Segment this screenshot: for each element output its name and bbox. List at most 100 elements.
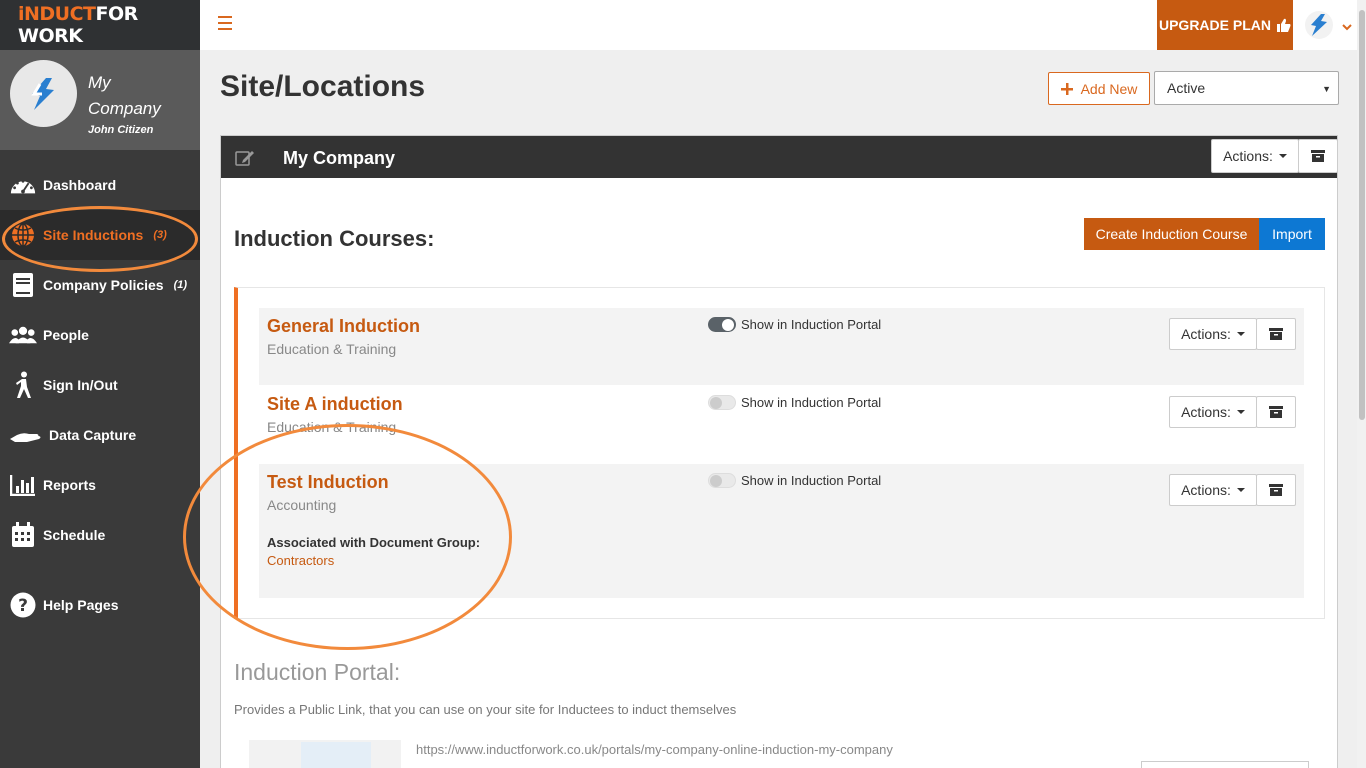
course-title[interactable]: General Induction xyxy=(267,316,420,337)
sidebar-item-reports[interactable]: Reports xyxy=(0,460,200,510)
page-title: Site/Locations xyxy=(220,70,426,103)
show-in-portal-toggle[interactable] xyxy=(708,395,736,410)
sidebar-item-company-policies[interactable]: Company Policies (1) xyxy=(0,260,200,310)
question-circle-icon: ? xyxy=(9,591,37,619)
create-induction-course-button[interactable]: Create Induction Course xyxy=(1084,218,1259,250)
course-row-general-induction: General Induction Education & Training S… xyxy=(259,308,1304,385)
sidebar-item-data-capture[interactable]: Data Capture xyxy=(0,410,200,460)
sidebar-item-label: Data Capture xyxy=(49,427,137,443)
course-category: Education & Training xyxy=(267,341,397,357)
site-archive-button[interactable] xyxy=(1298,139,1338,173)
course-title[interactable]: Test Induction xyxy=(267,472,389,493)
course-archive-button[interactable] xyxy=(1256,474,1296,506)
course-archive-button[interactable] xyxy=(1256,396,1296,428)
thumbs-up-icon xyxy=(1277,18,1291,32)
course-actions-button[interactable]: Actions: xyxy=(1169,318,1257,350)
scrollbar-thumb[interactable] xyxy=(1359,10,1365,420)
logo[interactable]: iNDUCTFOR WORK xyxy=(0,0,200,50)
walking-person-icon xyxy=(9,371,37,399)
status-select[interactable]: Active ▼ xyxy=(1154,71,1339,105)
calendar-icon xyxy=(9,521,37,549)
sidebar-item-label: Site Inductions xyxy=(43,227,144,243)
archive-icon xyxy=(1311,150,1325,162)
add-new-button[interactable]: Add New xyxy=(1048,72,1150,105)
chevron-down-icon[interactable] xyxy=(1342,18,1352,36)
site-actions-button[interactable]: Actions: xyxy=(1211,139,1299,173)
caret-down-icon xyxy=(1236,410,1245,414)
dashboard-gauge-icon xyxy=(9,171,37,199)
svg-text:?: ? xyxy=(18,596,28,616)
portal-actions-button[interactable] xyxy=(1141,761,1309,768)
hamburger-menu-icon[interactable] xyxy=(218,16,232,30)
site-name: My Company xyxy=(283,148,396,168)
sidebar-item-help-pages[interactable]: ? Help Pages xyxy=(0,580,200,630)
site-panel-header: My Company Actions: xyxy=(221,136,1338,178)
sidebar-item-label: Company Policies xyxy=(43,277,164,293)
sidebar-item-count: (3) xyxy=(153,229,167,241)
add-new-label: Add New xyxy=(1080,80,1138,97)
show-in-portal-label: Show in Induction Portal xyxy=(741,317,882,332)
upgrade-plan-button[interactable]: UPGRADE PLAN xyxy=(1157,0,1293,50)
people-icon xyxy=(9,321,37,349)
actions-label: Actions: xyxy=(1223,148,1273,164)
user-avatar[interactable] xyxy=(1304,10,1334,45)
select-arrow-icon: ▼ xyxy=(1322,84,1331,94)
actions-label: Actions: xyxy=(1181,404,1231,420)
course-title[interactable]: Site A induction xyxy=(267,394,403,415)
sidebar-item-schedule[interactable]: Schedule xyxy=(0,510,200,560)
induction-portal-description: Provides a Public Link, that you can use… xyxy=(234,702,737,717)
course-row-test-induction: Test Induction Accounting Associated wit… xyxy=(259,464,1304,598)
show-in-portal-label: Show in Induction Portal xyxy=(741,395,882,410)
logo-part-induct: iNDUCT xyxy=(18,3,96,25)
import-button[interactable]: Import xyxy=(1259,218,1325,250)
globe-icon xyxy=(9,221,37,249)
profile-card: My Company John Citizen xyxy=(0,50,200,150)
induction-portal-heading: Induction Portal: xyxy=(234,659,401,685)
sidebar-item-label: Reports xyxy=(43,477,96,493)
archive-icon xyxy=(1269,406,1283,418)
course-archive-button[interactable] xyxy=(1256,318,1296,350)
course-category: Education & Training xyxy=(267,419,397,435)
top-bar: UPGRADE PLAN xyxy=(200,0,1357,50)
edit-icon[interactable] xyxy=(235,149,255,172)
course-actions-button[interactable]: Actions: xyxy=(1169,474,1257,506)
user-name: John Citizen xyxy=(88,124,154,136)
sidebar-item-sign-in-out[interactable]: Sign In/Out xyxy=(0,360,200,410)
sidebar-item-label: Sign In/Out xyxy=(43,377,118,393)
show-in-portal-toggle[interactable] xyxy=(708,317,736,332)
sidebar-item-dashboard[interactable]: Dashboard xyxy=(0,160,200,210)
sidebar-item-label: Help Pages xyxy=(43,597,119,613)
company-logo-icon xyxy=(30,77,54,110)
sidebar: iNDUCTFOR WORK My Company John Citizen D… xyxy=(0,0,200,768)
sidebar-item-site-inductions[interactable]: Site Inductions (3) xyxy=(0,210,200,260)
sidebar-item-count: (1) xyxy=(173,279,188,291)
caret-down-icon xyxy=(1278,154,1287,158)
show-in-portal-label: Show in Induction Portal xyxy=(741,473,882,488)
document-group-label: Associated with Document Group: xyxy=(267,535,481,550)
caret-down-icon xyxy=(1236,488,1245,492)
course-category: Accounting xyxy=(267,497,337,513)
company-name: My Company xyxy=(88,73,161,118)
actions-label: Actions: xyxy=(1181,326,1231,342)
document-group-link[interactable]: Contractors xyxy=(267,553,334,568)
upgrade-plan-label: UPGRADE PLAN xyxy=(1158,17,1271,33)
caret-down-icon xyxy=(1236,332,1245,336)
archive-icon xyxy=(1269,328,1283,340)
sidebar-item-people[interactable]: People xyxy=(0,310,200,360)
status-select-value: Active xyxy=(1167,80,1206,96)
book-icon xyxy=(9,271,37,299)
company-avatar[interactable] xyxy=(10,60,77,127)
company-logo-icon xyxy=(1305,11,1333,39)
show-in-portal-toggle[interactable] xyxy=(708,473,736,488)
actions-label: Actions: xyxy=(1181,482,1231,498)
portal-thumbnail xyxy=(249,740,401,768)
course-row-site-a-induction: Site A induction Education & Training Sh… xyxy=(259,386,1304,464)
hand-icon xyxy=(9,421,43,449)
induction-courses-heading: Induction Courses: xyxy=(234,226,435,251)
bar-chart-icon xyxy=(9,471,37,499)
sidebar-item-label: Schedule xyxy=(43,527,106,543)
portal-url-link[interactable]: https://www.inductforwork.co.uk/portals/… xyxy=(416,742,893,757)
plus-icon xyxy=(1060,82,1073,95)
sidebar-item-label: People xyxy=(43,327,89,343)
course-actions-button[interactable]: Actions: xyxy=(1169,396,1257,428)
